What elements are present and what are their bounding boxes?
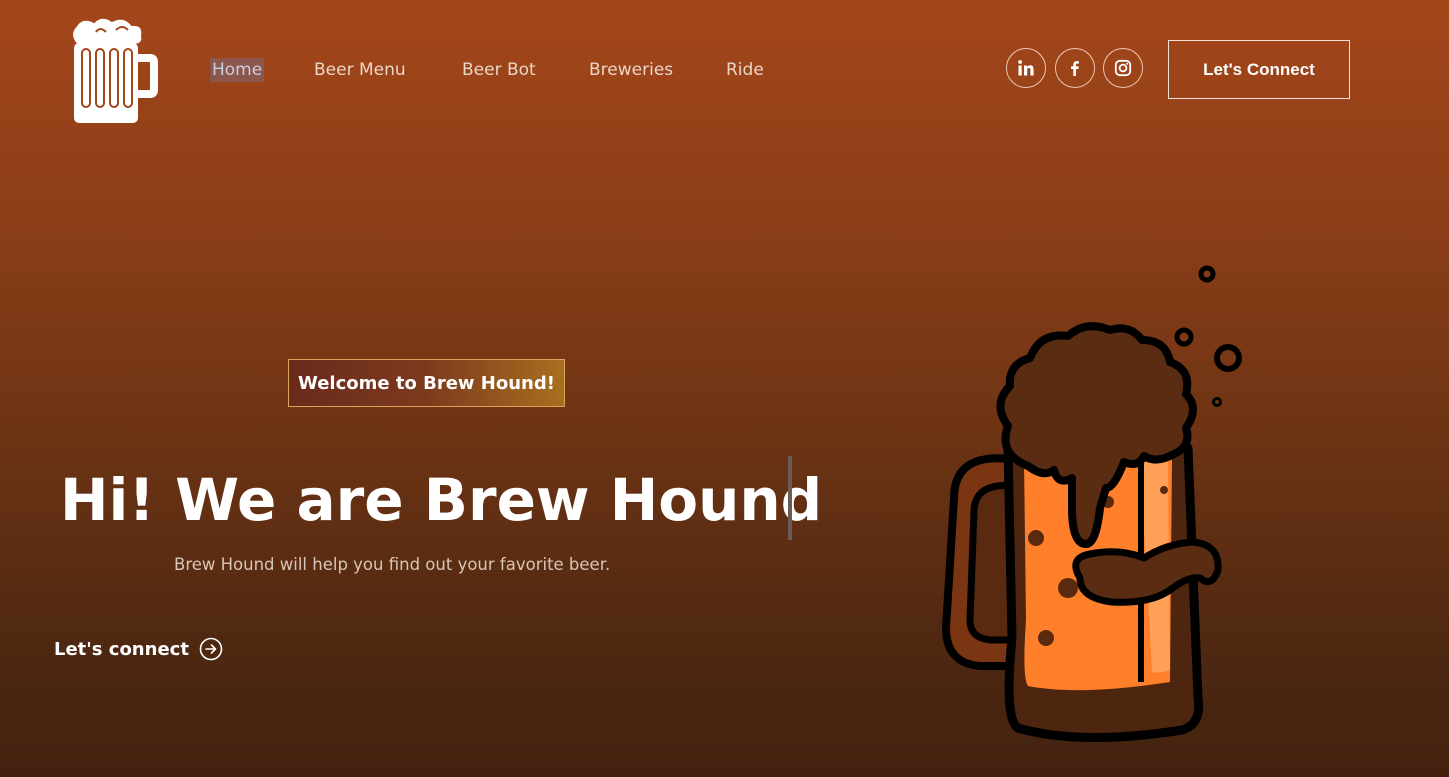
typing-cursor [788, 456, 792, 540]
nav-item-breweries[interactable]: Breweries [589, 58, 673, 82]
welcome-badge: Welcome to Brew Hound! [288, 359, 565, 407]
arrow-right-circle-icon [199, 637, 223, 661]
hero-headline: Hi! We are Brew Hound [60, 466, 823, 534]
facebook-button[interactable] [1055, 48, 1095, 88]
beer-mug-illustration-icon [942, 265, 1242, 743]
instagram-button[interactable] [1103, 48, 1143, 88]
nav-item-ride[interactable]: Ride [726, 58, 764, 82]
lets-connect-link[interactable]: Let's connect [54, 637, 223, 661]
hero-subtext: Brew Hound will help you find out your f… [174, 555, 611, 574]
beer-mug-logo-icon[interactable] [66, 12, 158, 128]
nav-item-beer-menu[interactable]: Beer Menu [314, 58, 406, 82]
nav-item-home[interactable]: Home [210, 58, 265, 82]
instagram-icon [1114, 59, 1132, 77]
facebook-icon [1071, 61, 1079, 76]
nav-item-beer-bot[interactable]: Beer Bot [462, 58, 536, 82]
lets-connect-link-label: Let's connect [54, 638, 189, 660]
linkedin-icon [1018, 60, 1034, 76]
lets-connect-button[interactable]: Let's Connect [1168, 40, 1350, 99]
linkedin-button[interactable] [1006, 48, 1046, 88]
